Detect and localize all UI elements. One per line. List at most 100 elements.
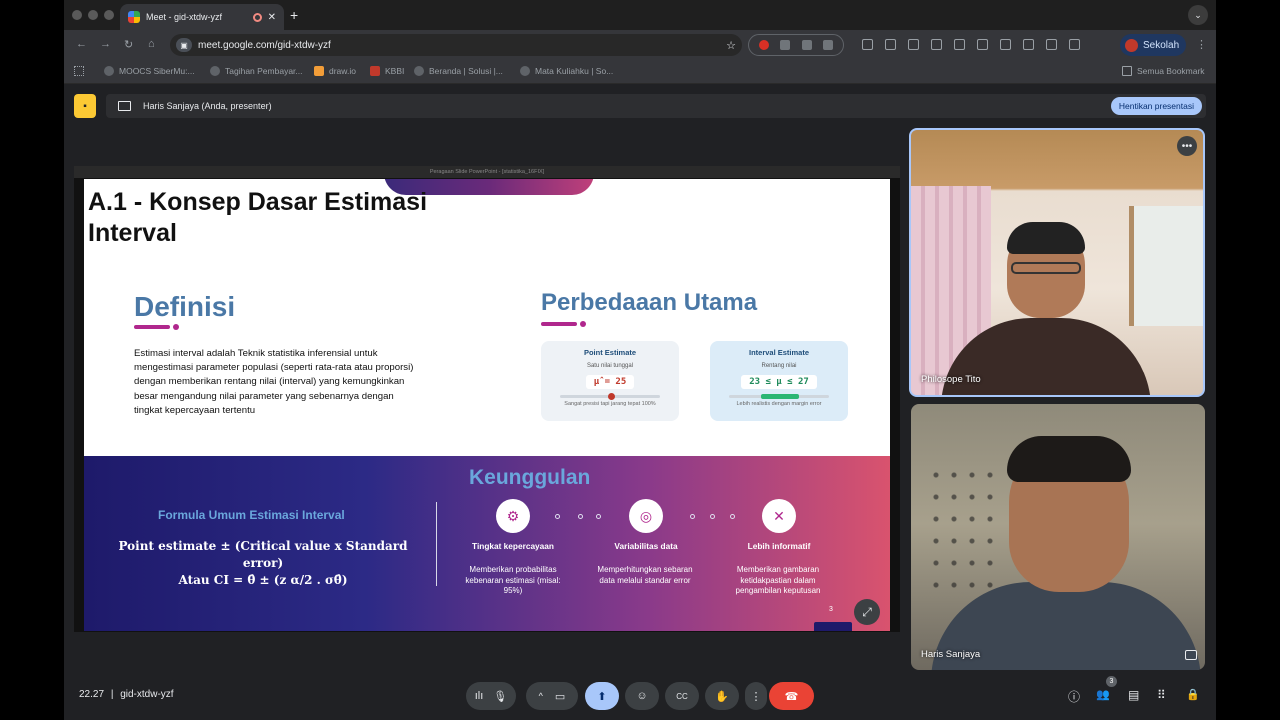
camera-icon[interactable]: ▭	[555, 690, 565, 703]
tab-bar: Meet - gid-xtdw-yzf ✕ + ⌄	[64, 0, 1216, 30]
advantage-description: Memberikan probabilitas kebenaran estima…	[465, 565, 561, 595]
connector-dot	[730, 514, 735, 519]
print-icon[interactable]	[954, 39, 965, 50]
new-tab-button[interactable]: +	[290, 7, 298, 23]
people-icon[interactable]: 👥	[1096, 688, 1110, 701]
bookmark-item[interactable]: MOOCS SiberMu:...	[104, 66, 195, 76]
site-icon	[414, 66, 424, 76]
bookmark-item[interactable]: KBBI	[370, 66, 404, 76]
window-minimize-dot[interactable]	[88, 10, 98, 20]
stop-presenting-button[interactable]: Hentikan presentasi	[1110, 97, 1202, 115]
extension-pdf-icon[interactable]	[801, 40, 812, 50]
extension-record-icon[interactable]	[758, 40, 769, 50]
tools-icon: ✕	[762, 499, 796, 533]
all-bookmarks-button[interactable]: Semua Bookmark	[1122, 66, 1205, 76]
more-options-button[interactable]: ⋮	[745, 682, 767, 710]
present-now-button[interactable]: ⬆	[585, 682, 619, 710]
fullscreen-expand-icon[interactable]: ⤢	[854, 599, 880, 625]
screenshot-icon[interactable]	[1046, 39, 1057, 50]
slideshow-window-title: Peragaan Slide PowerPoint - [statistika_…	[74, 166, 900, 178]
code-icon[interactable]	[1023, 39, 1034, 50]
card-title: Interval Estimate	[748, 348, 810, 357]
presenter-label: Haris Sanjaya (Anda, presenter)	[143, 101, 272, 111]
bookmark-item[interactable]: Beranda | Solusi |...	[414, 66, 503, 76]
picture-in-picture-icon[interactable]	[1185, 650, 1197, 660]
translate-icon[interactable]	[931, 39, 942, 50]
participant-tile[interactable]: ••• Philosope Tito	[909, 128, 1205, 397]
globe-icon	[104, 66, 114, 76]
leave-call-button[interactable]: ☎	[769, 682, 814, 710]
meeting-info: 22.27 | gid-xtdw-yzf	[79, 689, 174, 700]
cast-icon[interactable]	[1000, 39, 1011, 50]
bookmark-star-icon[interactable]: ☆	[726, 39, 736, 52]
raise-hand-button[interactable]: ✋	[705, 682, 739, 710]
microphone-icon[interactable]: 🎙	[493, 690, 507, 703]
chat-icon[interactable]: ▤	[1128, 688, 1139, 702]
reload-button[interactable]: ↻	[124, 38, 133, 51]
pin-icon[interactable]	[862, 39, 873, 50]
info-separator: |	[110, 689, 114, 700]
window-close-dot[interactable]	[72, 10, 82, 20]
address-bar[interactable]: ▣ meet.google.com/gid-xtdw-yzf ☆	[170, 34, 742, 56]
interval-track	[729, 394, 829, 399]
heading-underline	[541, 322, 577, 326]
microphone-control: ılı 🎙	[466, 682, 516, 710]
window-zoom-dot[interactable]	[104, 10, 114, 20]
meeting-details-icon[interactable]: ⓘ	[1068, 688, 1080, 705]
advantages-heading: Keunggulan	[469, 466, 591, 489]
participant-tile-self[interactable]: Haris Sanjaya	[911, 404, 1205, 670]
link-icon[interactable]	[977, 39, 988, 50]
reading-list-icon[interactable]	[885, 39, 896, 50]
gear-icon: ⚙	[496, 499, 530, 533]
card-subtitle: Rentang nilai	[761, 363, 797, 369]
reactions-button[interactable]: ☺	[625, 682, 659, 710]
site-icon	[520, 66, 530, 76]
url-text[interactable]: meet.google.com/gid-xtdw-yzf	[198, 40, 726, 51]
back-button[interactable]: ←	[76, 38, 87, 50]
heading-underline	[134, 325, 170, 329]
browser-menu-icon[interactable]: ⋮	[1196, 38, 1207, 51]
formula-text: Point estimate ± (Critical value x Stand…	[102, 538, 424, 589]
profile-label: Sekolah	[1143, 39, 1180, 51]
apps-icon[interactable]	[74, 66, 84, 76]
host-controls-icon[interactable]: 🔒	[1186, 688, 1200, 701]
formula-heading: Formula Umum Estimasi Interval	[158, 508, 345, 522]
grid-icon[interactable]	[1069, 39, 1080, 50]
browser-toolbar: ← → ↻ ⌂ ▣ meet.google.com/gid-xtdw-yzf ☆	[64, 30, 1216, 60]
camera-off-icon[interactable]: ▪	[74, 94, 96, 118]
bookmark-label: Mata Kuliahku | So...	[535, 66, 614, 76]
card-value: 23 ≤ μ ≤ 27	[741, 375, 817, 389]
trash-icon[interactable]	[908, 39, 919, 50]
bookmark-item[interactable]: Mata Kuliahku | So...	[520, 66, 613, 76]
profile-button[interactable]: Sekolah	[1120, 34, 1186, 56]
advantage-label: Lebih informatif	[747, 541, 811, 551]
clock-time: 22.27	[79, 689, 105, 700]
captions-button[interactable]: CC	[665, 682, 699, 710]
advantage-description: Memberikan gambaran ketidakpastian dalam…	[735, 565, 821, 595]
browser-tab-meet[interactable]: Meet - gid-xtdw-yzf ✕	[120, 4, 284, 30]
bookmark-item[interactable]: Tagihan Pembayar...	[210, 66, 303, 76]
forward-button[interactable]: →	[100, 38, 111, 50]
connector-dot	[578, 514, 583, 519]
activities-icon[interactable]: ⠿	[1157, 688, 1166, 702]
participant-video-hair	[1007, 222, 1085, 254]
point-marker	[608, 393, 615, 400]
bookmark-item[interactable]: draw.io	[314, 66, 356, 76]
slide-page-number: 3	[829, 606, 833, 613]
target-icon: ◎	[629, 499, 663, 533]
home-button[interactable]: ⌂	[148, 38, 155, 50]
bookmark-label: Semua Bookmark	[1137, 66, 1205, 76]
tab-close-icon[interactable]: ✕	[268, 12, 276, 23]
extension-check-icon[interactable]	[780, 40, 791, 50]
tab-search-button[interactable]: ⌄	[1188, 5, 1208, 25]
tile-more-options-icon[interactable]: •••	[1177, 136, 1197, 156]
extensions-puzzle-icon[interactable]	[823, 40, 834, 50]
connector-dot	[710, 514, 715, 519]
audio-level-icon[interactable]: ılı	[475, 690, 484, 702]
toolbar-icons	[862, 39, 1080, 50]
connector-dot	[555, 514, 560, 519]
extensions-group	[748, 34, 844, 56]
chevron-up-icon[interactable]: ^	[539, 691, 543, 701]
site-info-icon[interactable]: ▣	[176, 38, 192, 52]
panel-divider	[436, 502, 437, 586]
